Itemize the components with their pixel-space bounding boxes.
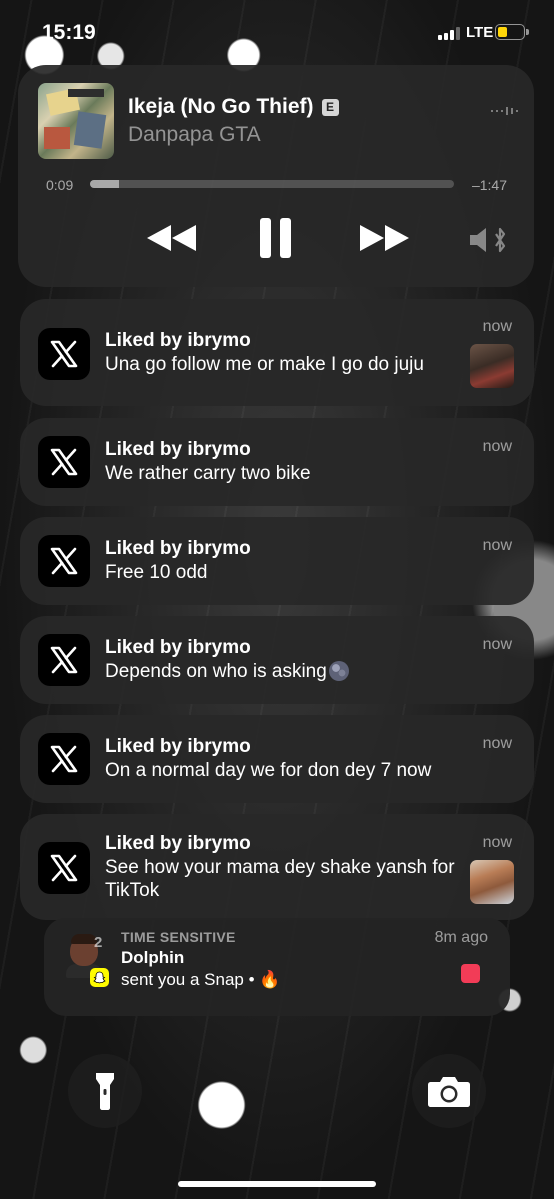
notification-time: now [482,636,512,653]
notification-count: 2 [94,934,103,951]
snapchat-notification[interactable]: 2 TIME SENSITIVE 8m ago Dolphin sent you… [44,918,510,1016]
fast-forward-icon[interactable] [358,223,410,258]
x-logo-icon [38,535,90,587]
flashlight-icon[interactable] [68,1054,142,1128]
notification-body: sent you a Snap • 🔥 [121,970,281,989]
notification-thumbnail [470,344,514,388]
artist-name: Danpapa GTA [128,123,261,146]
notification-title: Liked by ibrymo [105,330,251,351]
notification-title: Liked by ibrymo [105,736,251,757]
notification-title: Liked by ibrymo [105,833,251,854]
notification-title: Liked by ibrymo [105,538,251,559]
audio-output-icon[interactable] [491,107,518,115]
notification-card[interactable]: Liked by ibrymo Una go follow me or make… [20,299,534,406]
sender-name: Dolphin [121,948,185,967]
notification-card[interactable]: Liked by ibrymo Free 10 odd now [20,517,534,605]
network-label: LTE [466,24,494,41]
home-indicator[interactable] [178,1181,376,1187]
x-logo-icon [38,328,90,380]
notification-body: Free 10 odd [105,562,208,583]
now-playing-widget[interactable]: Ikeja (No Go Thief) E Danpapa GTA 0:09 –1… [18,65,534,287]
notification-body: Depends on who is asking [105,660,470,683]
signal-icon [438,27,460,40]
elapsed-time: 0:09 [46,177,74,193]
notification-card[interactable]: Liked by ibrymo We rather carry two bike… [20,418,534,506]
notification-card[interactable]: Liked by ibrymo See how your mama dey sh… [20,814,534,920]
battery-icon [495,24,529,40]
x-logo-icon [38,436,90,488]
playback-scrubber[interactable] [90,180,454,188]
rewind-icon[interactable] [146,223,198,258]
notification-time: now [482,537,512,554]
explicit-badge: E [321,99,339,116]
notification-body: On a normal day we for don dey 7 now [105,760,432,781]
notification-body: See how your mama dey shake yansh for Ti… [105,857,455,901]
remaining-time: –1:47 [471,177,507,193]
x-logo-icon [38,733,90,785]
speaker-bluetooth-icon[interactable] [468,226,508,259]
notification-body: Una go follow me or make I go do juju [105,354,424,375]
album-art[interactable] [38,83,114,159]
notification-card[interactable]: Liked by ibrymo On a normal day we for d… [20,715,534,803]
song-title: Ikeja (No Go Thief) E [128,95,339,119]
snap-indicator-icon [461,964,480,983]
snapchat-ghost-icon [90,968,109,987]
notification-body: We rather carry two bike [105,463,311,484]
new-moon-face-emoji [328,661,349,681]
notification-time: now [482,834,512,851]
notification-time: 8m ago [434,929,488,946]
status-bar: 15:19 LTE [0,0,554,62]
notification-time: now [482,735,512,752]
status-time: 15:19 [42,21,96,44]
notification-card[interactable]: Liked by ibrymo Depends on who is asking… [20,616,534,704]
time-sensitive-label: TIME SENSITIVE [121,929,236,945]
notification-time: now [482,438,512,455]
camera-icon[interactable] [412,1054,486,1128]
pause-icon[interactable] [258,216,294,265]
notification-time: now [482,318,512,335]
notification-title: Liked by ibrymo [105,439,251,460]
notification-thumbnail [470,860,514,904]
x-logo-icon [38,634,90,686]
notification-title: Liked by ibrymo [105,637,251,658]
x-logo-icon [38,842,90,894]
